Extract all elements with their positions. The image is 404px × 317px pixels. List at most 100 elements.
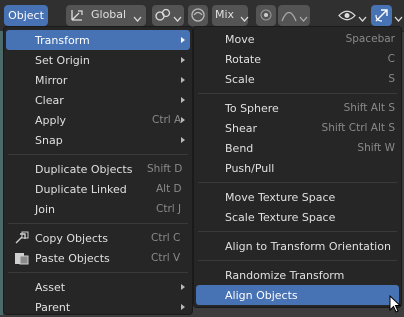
menu-item-label: Align to Transform Orientation [225,239,391,253]
copy-icon [14,231,29,248]
visibility-dropdown[interactable] [336,5,368,26]
menu-item-label: Scale Texture Space [225,210,336,224]
menu-item-mirror[interactable]: Mirror [6,70,190,90]
chevron-down-icon [358,12,367,25]
menu-separator [8,223,188,224]
gizmo-icon [373,7,390,27]
menu-item-shortcut: Ctrl J [156,203,182,215]
menu-item-paste-objects[interactable]: Paste Objects Ctrl V [6,248,190,268]
menu-item-rotate[interactable]: Rotate C [196,49,399,69]
proportional-edit-icon [260,9,272,24]
submenu-arrow-icon [181,284,185,290]
menu-item-move[interactable]: Move Spacebar [196,29,399,49]
menu-item-bend[interactable]: Bend Shift W [196,138,399,158]
menu-item-label: Parent [35,300,71,314]
menu-item-label: Mirror [35,73,68,87]
menu-item-copy-objects[interactable]: Copy Objects Ctrl C [6,228,190,248]
menu-item-parent[interactable]: Parent [6,297,190,317]
menu-item-apply[interactable]: Apply Ctrl A [6,110,190,130]
paste-icon [14,251,29,268]
menu-item-label: Set Origin [35,53,90,67]
menu-item-transform[interactable]: Transform [6,30,190,50]
gizmo-toggle[interactable] [371,5,392,26]
menu-item-label: Asset [35,280,66,294]
menu-item-shortcut: Ctrl V [151,252,181,264]
submenu-arrow-icon [181,37,185,43]
menu-item-scale-texture-space[interactable]: Scale Texture Space [196,207,399,227]
menu-item-shortcut: Spacebar [345,33,395,45]
menu-item-label: To Sphere [225,101,279,115]
pivot-mix-label: Mix [215,8,235,21]
transform-orientation-dropdown[interactable]: Global [66,5,146,26]
orientation-icon [70,8,84,22]
menu-item-scale[interactable]: Scale S [196,69,399,89]
object-menu-label: Object [8,9,44,22]
chevron-down-icon [394,12,403,25]
pivot-icon [155,8,171,25]
menu-item-label: Snap [35,133,63,147]
menu-item-label: Duplicate Objects [35,162,133,176]
eye-icon [338,9,356,25]
menu-item-join[interactable]: Join Ctrl J [6,199,190,219]
falloff-curve-icon [281,8,297,25]
menu-separator [198,231,397,232]
menu-item-clear[interactable]: Clear [6,90,190,110]
menu-item-shortcut: Shift W [357,142,395,154]
menu-item-label: Push/Pull [225,161,275,175]
menu-item-label: Shear [225,121,257,135]
object-menu: Transform Set Origin Mirror Clear Apply … [3,26,193,315]
falloff-dropdown[interactable] [278,5,310,26]
menu-item-shortcut: Shift Ctrl Alt S [321,122,395,134]
proportional-edit-dropdown[interactable]: Mix [212,5,249,26]
menu-item-label: Paste Objects [35,251,110,265]
menu-item-align-objects[interactable]: Align Objects [196,285,399,305]
menu-item-label: Align Objects [225,288,298,302]
submenu-arrow-icon [181,137,185,143]
snap-toggle[interactable] [188,5,208,26]
menu-separator [198,182,397,183]
gizmo-dropdown[interactable] [393,5,404,26]
proportional-edit-toggle[interactable] [256,5,276,26]
menu-item-label: Join [35,202,56,216]
menu-item-label: Scale [225,72,255,86]
menu-item-set-origin[interactable]: Set Origin [6,50,190,70]
pivot-point-dropdown[interactable] [152,5,184,26]
menu-separator [8,272,188,273]
submenu-arrow-icon [181,117,185,123]
menu-item-label: Transform [35,33,90,47]
menu-item-label: Copy Objects [35,231,108,245]
menu-item-to-sphere[interactable]: To Sphere Shift Alt S [196,98,399,118]
menu-item-duplicate-linked[interactable]: Duplicate Linked Alt D [6,179,190,199]
chevron-down-icon [173,12,182,25]
menu-item-duplicate-objects[interactable]: Duplicate Objects Shift D [6,159,190,179]
menu-item-align-to-transform-orientation[interactable]: Align to Transform Orientation [196,236,399,256]
chevron-down-icon [299,12,308,25]
menu-item-label: Move [225,32,255,46]
chevron-down-icon [240,12,249,25]
menu-item-shear[interactable]: Shear Shift Ctrl Alt S [196,118,399,138]
object-menu-button[interactable]: Object [4,5,48,26]
menu-item-label: Apply [35,113,67,127]
menu-item-shortcut: S [388,73,395,85]
menu-item-randomize-transform[interactable]: Randomize Transform [196,265,399,285]
menu-item-shortcut: Shift Alt S [343,102,395,114]
menu-item-label: Rotate [225,52,262,66]
menu-separator [198,260,397,261]
menu-separator [8,154,188,155]
menu-item-label: Move Texture Space [225,190,336,204]
menu-item-label: Duplicate Linked [35,182,127,196]
submenu-arrow-icon [181,77,185,83]
submenu-arrow-icon [181,97,185,103]
snap-icon [190,7,206,26]
menu-item-move-texture-space[interactable]: Move Texture Space [196,187,399,207]
menu-item-shortcut: C [387,53,395,65]
menu-item-asset[interactable]: Asset [6,277,190,297]
menu-item-shortcut: Alt D [156,183,182,195]
menu-item-shortcut: Ctrl A [152,114,182,126]
menu-item-shortcut: Shift D [147,163,183,175]
menu-item-push-pull[interactable]: Push/Pull [196,158,399,178]
menu-item-snap[interactable]: Snap [6,130,190,150]
orientation-label: Global [91,8,127,21]
menu-item-label: Randomize Transform [225,268,345,282]
mouse-cursor-icon [389,294,402,317]
